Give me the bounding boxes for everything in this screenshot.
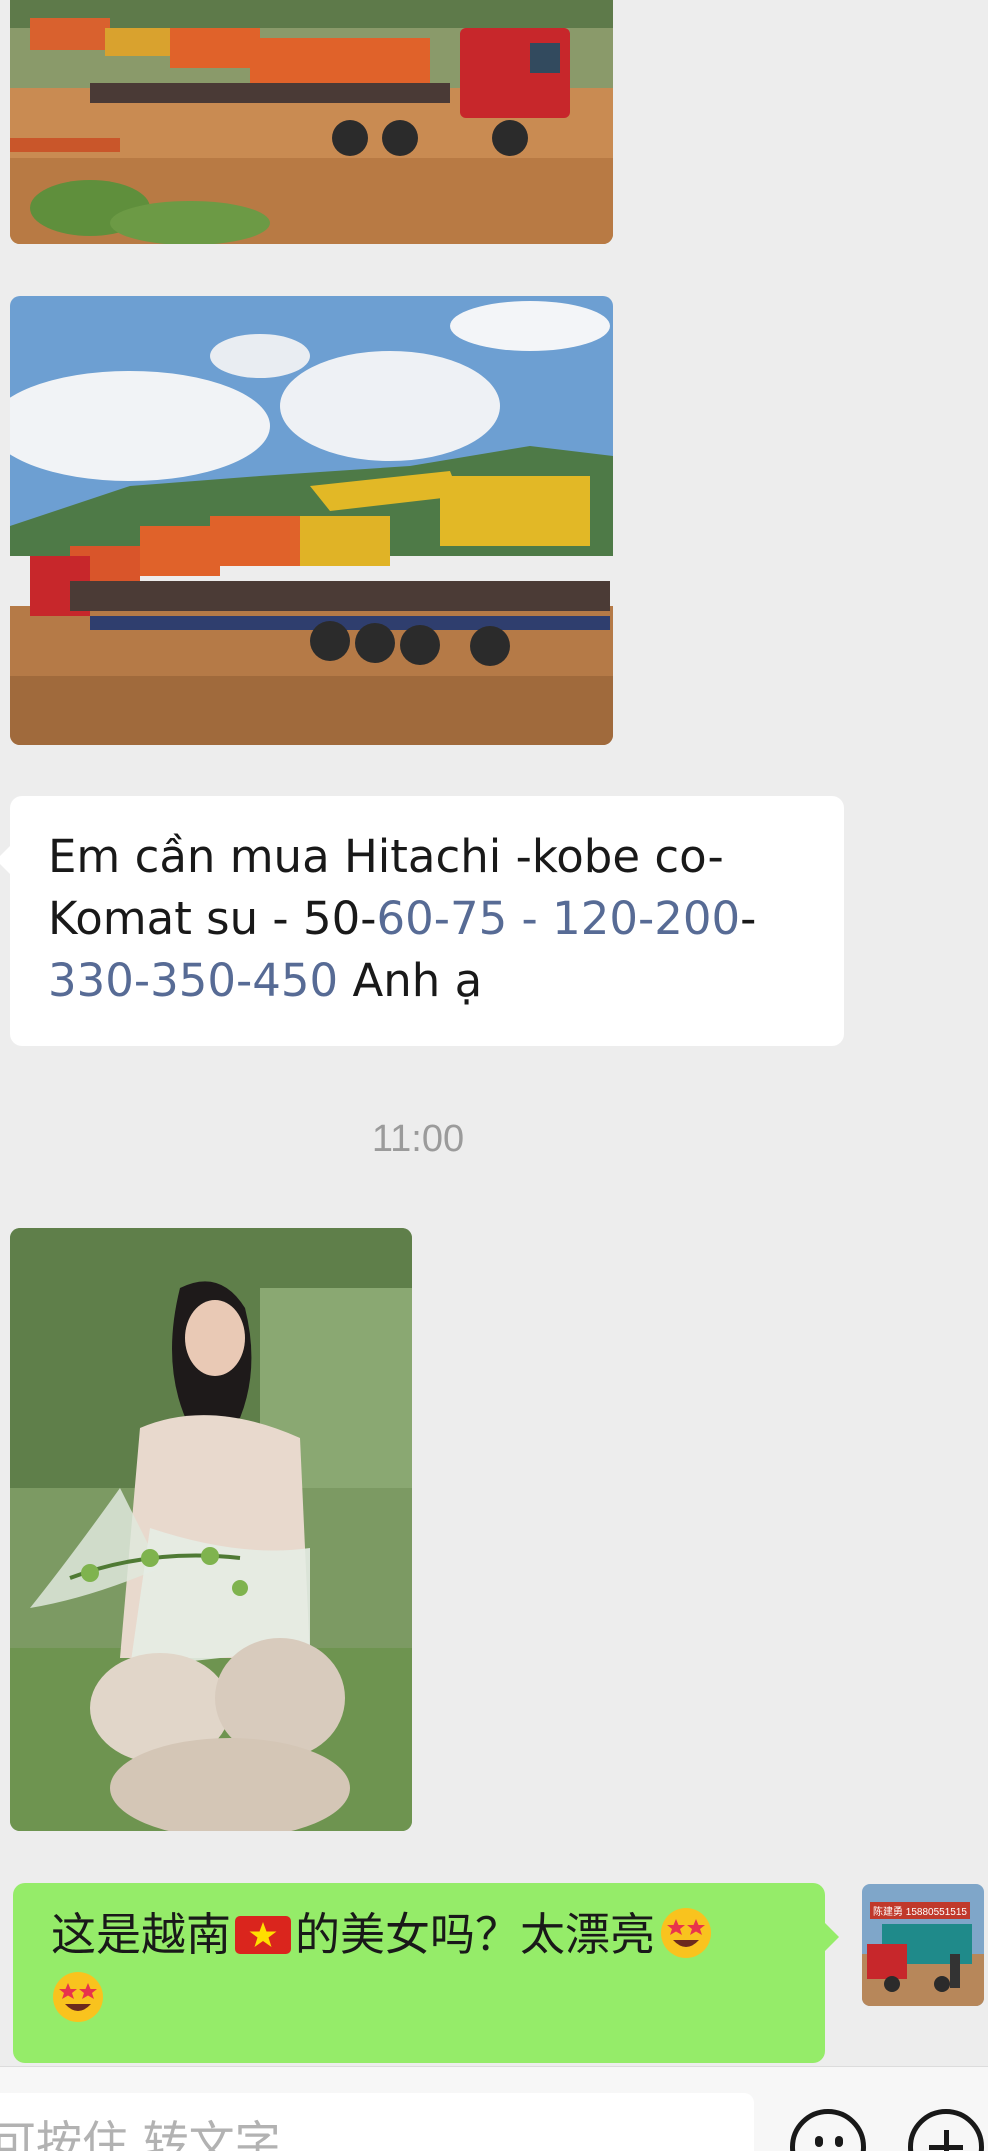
message-line-3-suffix: Anh ạ: [338, 954, 483, 1007]
chat-history[interactable]: Em cần mua Hitachi -kobe co- Komat su - …: [0, 0, 988, 2066]
excavator-truck-photo-1[interactable]: [10, 0, 613, 244]
message-input[interactable]: 可按住 转文字: [0, 2093, 754, 2151]
portrait-photo[interactable]: [10, 1228, 412, 1831]
avatar-caption: 陈建勇 15880551515: [870, 1902, 970, 1919]
message-timestamp: 11:00: [371, 1118, 465, 1160]
plus-icon-vertical: [944, 2130, 949, 2151]
outgoing-text-message[interactable]: 这是越南 的美女吗？太漂亮: [13, 1883, 839, 2063]
phone-number-link-2[interactable]: 330-350-450: [48, 954, 338, 1007]
my-avatar[interactable]: 陈建勇 15880551515: [862, 1884, 984, 2006]
plus-icon[interactable]: [908, 2109, 984, 2151]
input-bar: 可按住 转文字: [0, 2066, 988, 2151]
incoming-text-message[interactable]: Em cần mua Hitachi -kobe co- Komat su - …: [0, 796, 844, 1046]
message-line-2: Komat su - 50-: [48, 892, 377, 945]
phone-number-link-1[interactable]: 60-75 - 120-200: [376, 892, 740, 945]
message-line-2-suffix: -: [740, 892, 757, 945]
excavator-truck-photo-2[interactable]: [10, 296, 613, 745]
vietnam-flag-icon: [235, 1916, 292, 1954]
outgoing-text-part-2: 的美女吗？太漂亮: [295, 1908, 656, 1961]
star-struck-face-icon-2: [51, 1970, 105, 2024]
outgoing-text-part-1: 这是越南: [51, 1908, 232, 1961]
emoji-icon-left-eye: [815, 2136, 823, 2147]
emoji-icon[interactable]: [790, 2109, 866, 2151]
message-line-1: Em cần mua Hitachi -kobe co-: [48, 830, 724, 883]
emoji-icon-right-eye: [835, 2136, 843, 2147]
star-struck-face-icon: [659, 1906, 713, 1960]
